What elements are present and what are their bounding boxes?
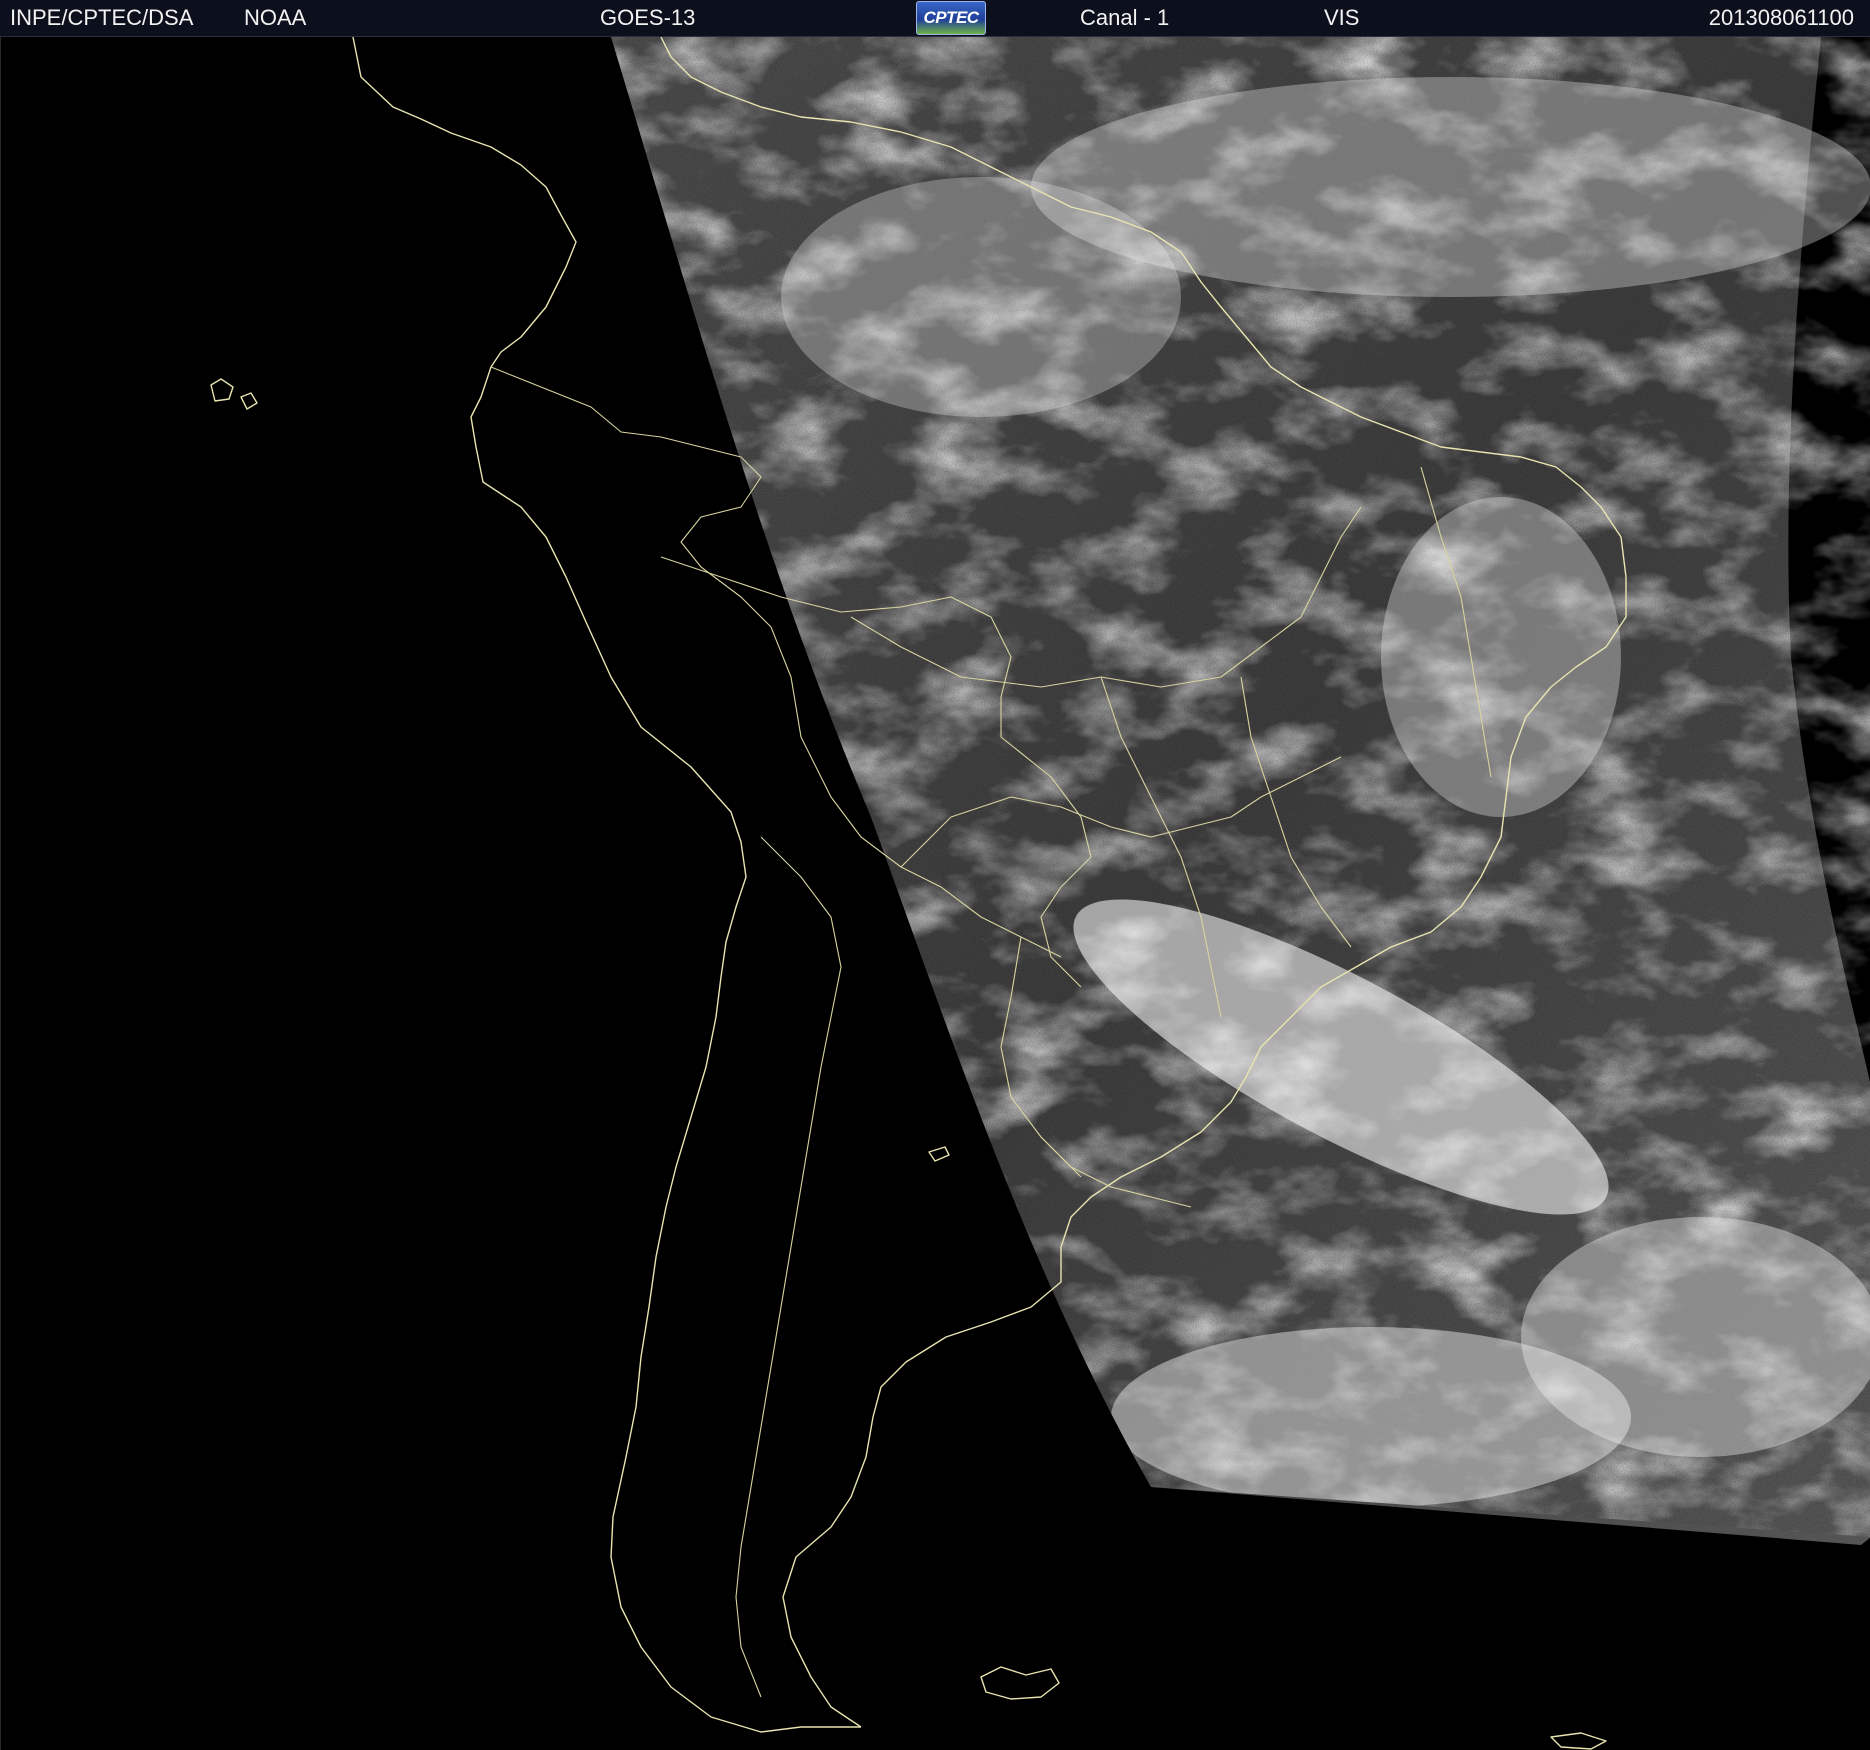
satellite-image-frame bbox=[0, 37, 1870, 1750]
agency-label: INPE/CPTEC/DSA bbox=[10, 5, 194, 30]
satellite-label: GOES-13 bbox=[600, 5, 696, 30]
timestamp-label: 201308061100 bbox=[1708, 5, 1854, 30]
band-label: VIS bbox=[1324, 5, 1360, 30]
satellite-image bbox=[210, 37, 1870, 1750]
channel-label: Canal - 1 bbox=[1080, 5, 1170, 30]
cloud-mass-northeast bbox=[1381, 497, 1621, 817]
cloud-mass-amazon bbox=[781, 177, 1181, 417]
source-label: NOAA bbox=[244, 5, 307, 30]
image-header-bar: INPE/CPTEC/DSA NOAA GOES-13 CPTEC Canal … bbox=[0, 0, 1870, 37]
cptec-logo-text: CPTEC bbox=[923, 8, 979, 27]
cptec-logo: CPTEC bbox=[916, 1, 986, 35]
cloud-east-atlantic bbox=[1521, 1217, 1870, 1457]
